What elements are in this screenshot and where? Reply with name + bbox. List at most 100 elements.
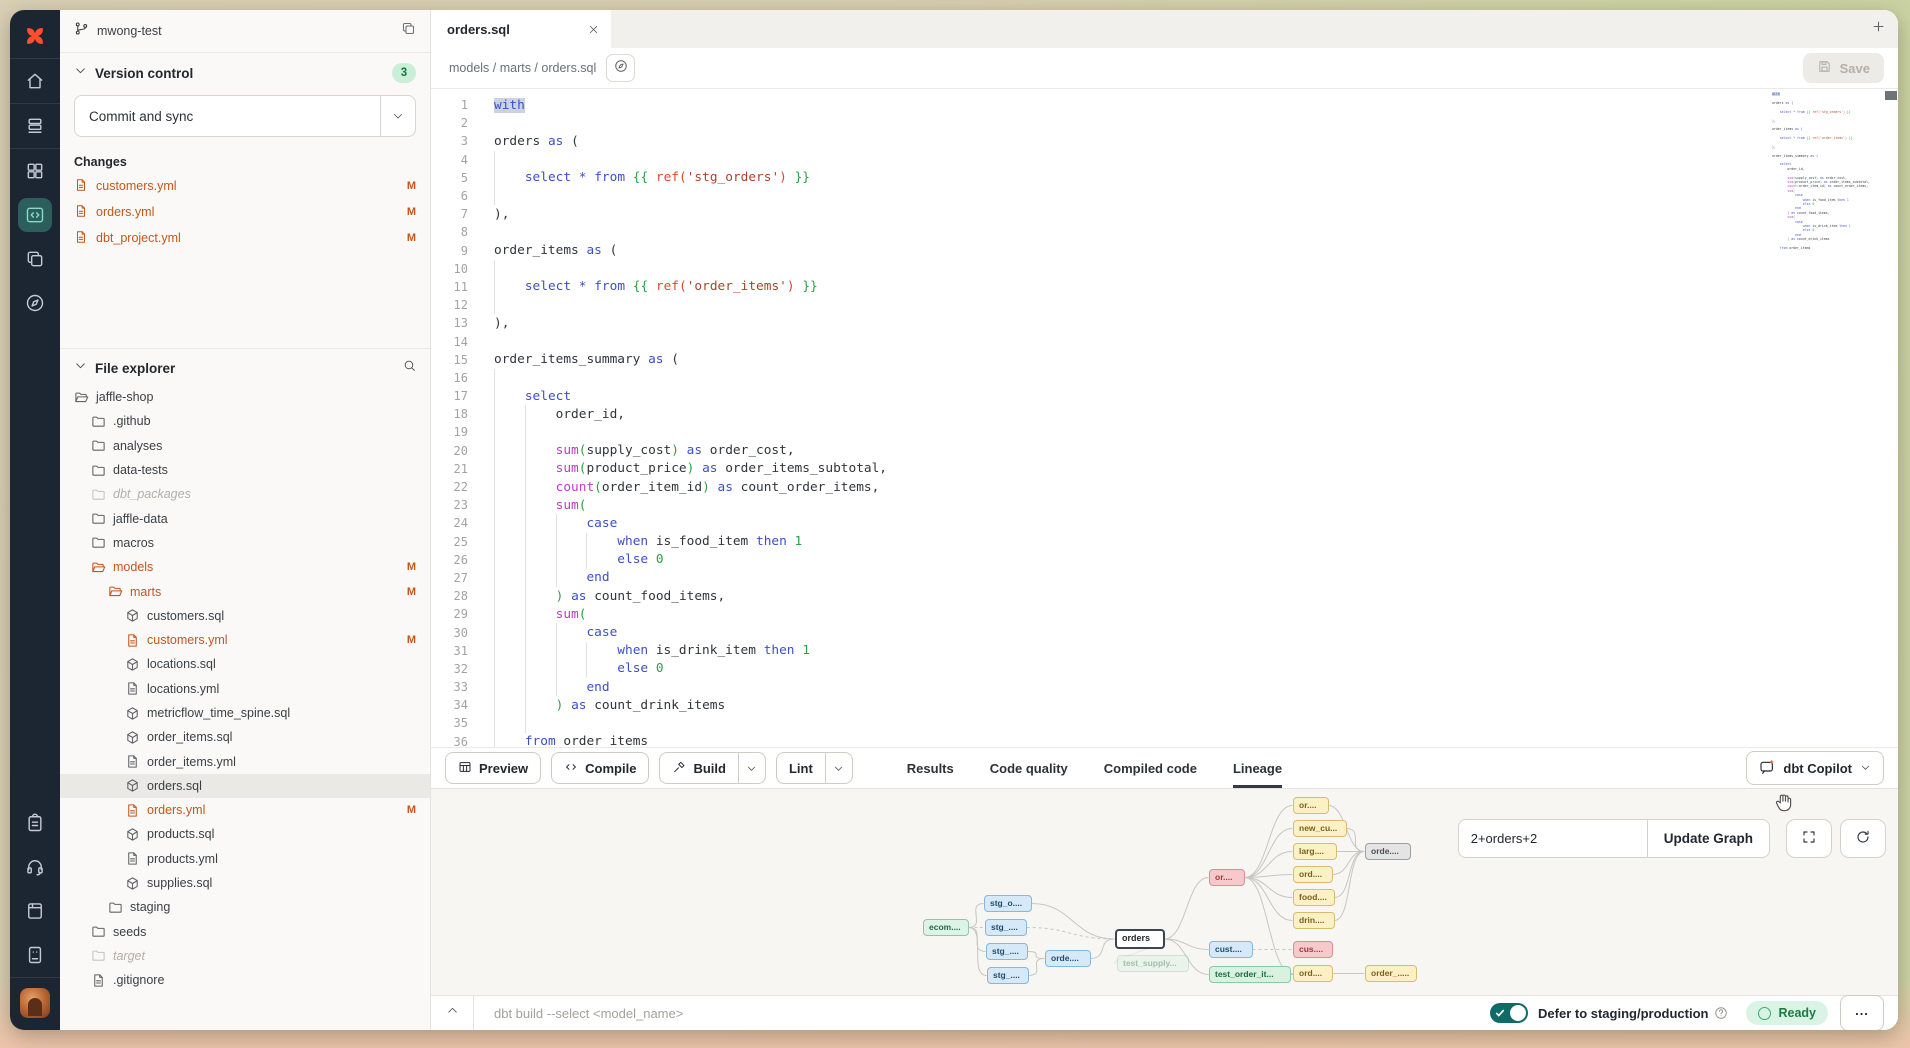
folder-icon bbox=[91, 438, 106, 453]
lineage-node-stg3[interactable]: stg_.... bbox=[986, 943, 1028, 960]
defer-toggle[interactable] bbox=[1490, 1003, 1528, 1023]
tree-item-locations.sql[interactable]: locations.sql bbox=[60, 652, 430, 676]
tree-item-metricflow_time_spine.sql[interactable]: metricflow_time_spine.sql bbox=[60, 701, 430, 725]
rail-grid-icon[interactable] bbox=[10, 149, 60, 193]
commit-and-sync-button[interactable]: Commit and sync bbox=[74, 95, 416, 137]
tree-item-marts[interactable]: martsM bbox=[60, 579, 430, 603]
lineage-node-gexp[interactable]: orde.... bbox=[1365, 843, 1411, 860]
lineage-node-cust[interactable]: cust.... bbox=[1209, 941, 1253, 958]
tree-item-customers.sql[interactable]: customers.sql bbox=[60, 604, 430, 628]
lineage-node-y3[interactable]: larg.... bbox=[1293, 843, 1337, 860]
rail-book-icon[interactable] bbox=[10, 889, 60, 933]
tree-item-.github[interactable]: .github bbox=[60, 409, 430, 433]
tree-item-order_items.sql[interactable]: order_items.sql bbox=[60, 725, 430, 749]
tree-item-dbt_packages[interactable]: dbt_packages bbox=[60, 482, 430, 506]
rail-compass-icon[interactable] bbox=[10, 281, 60, 325]
refresh-icon bbox=[1855, 829, 1871, 848]
collapse-panel-button[interactable] bbox=[431, 996, 473, 1030]
tree-item-analyses[interactable]: analyses bbox=[60, 434, 430, 458]
tree-item-products.sql[interactable]: products.sql bbox=[60, 822, 430, 846]
tree-item-order_items.yml[interactable]: order_items.yml bbox=[60, 749, 430, 773]
lineage-node-y5[interactable]: food.... bbox=[1293, 889, 1335, 906]
file-explorer-header[interactable]: File explorer bbox=[60, 349, 430, 383]
compile-button[interactable]: Compile bbox=[551, 752, 649, 784]
lineage-node-ordy[interactable]: ord.... bbox=[1293, 965, 1333, 982]
code-editor[interactable]: 1with23orders as (45 select * from {{ re… bbox=[431, 89, 1898, 747]
tree-item-data-tests[interactable]: data-tests bbox=[60, 458, 430, 482]
tree-item-customers.yml[interactable]: customers.ymlM bbox=[60, 628, 430, 652]
lineage-node-stg2[interactable]: stg_.... bbox=[985, 919, 1027, 936]
rail-clipboard-icon[interactable] bbox=[10, 801, 60, 845]
tab-lineage[interactable]: Lineage bbox=[1233, 748, 1282, 788]
tree-item-jaffle-shop[interactable]: jaffle-shop bbox=[60, 385, 430, 409]
lineage-node-orders[interactable]: orders bbox=[1115, 929, 1165, 949]
copy-branch-icon[interactable] bbox=[401, 21, 416, 41]
tree-item-supplies.sql[interactable]: supplies.sql bbox=[60, 871, 430, 895]
fullscreen-button[interactable] bbox=[1786, 819, 1832, 858]
lineage-node-ordb[interactable]: orde.... bbox=[1045, 950, 1091, 967]
tree-item-seeds[interactable]: seeds bbox=[60, 920, 430, 944]
scrollbar-thumb[interactable] bbox=[1885, 91, 1897, 100]
lineage-node-stg1[interactable]: stg_o.... bbox=[984, 895, 1032, 912]
lineage-node-y2[interactable]: new_cu... bbox=[1293, 820, 1347, 837]
lineage-node-y4[interactable]: ord.... bbox=[1293, 866, 1333, 883]
lineage-node-y6[interactable]: drin.... bbox=[1293, 912, 1335, 929]
line-number: 9 bbox=[431, 244, 468, 258]
lint-button[interactable]: Lint bbox=[776, 752, 853, 784]
change-item-dbt_project.yml[interactable]: dbt_project.yml M bbox=[60, 225, 430, 251]
dbt-copilot-button[interactable]: dbt Copilot bbox=[1746, 751, 1884, 785]
tree-item-locations.yml[interactable]: locations.yml bbox=[60, 677, 430, 701]
lineage-node-orp[interactable]: or.... bbox=[1209, 869, 1245, 886]
tree-item-products.yml[interactable]: products.yml bbox=[60, 847, 430, 871]
rail-stack-icon[interactable] bbox=[10, 104, 60, 148]
rail-kiosk-icon[interactable] bbox=[10, 933, 60, 977]
commit-options-chevron[interactable] bbox=[380, 96, 415, 136]
tree-item-macros[interactable]: macros bbox=[60, 531, 430, 555]
tree-item-orders.sql[interactable]: orders.sql bbox=[60, 774, 430, 798]
lineage-node-stg4[interactable]: stg_.... bbox=[987, 967, 1029, 984]
version-control-header[interactable]: Version control 3 bbox=[60, 53, 430, 89]
tree-item-jaffle-data[interactable]: jaffle-data bbox=[60, 506, 430, 530]
tab-results[interactable]: Results bbox=[907, 748, 954, 788]
help-icon[interactable] bbox=[1714, 1006, 1728, 1020]
build-button[interactable]: Build bbox=[659, 752, 766, 784]
lineage-node-tord[interactable]: test_order_it... bbox=[1209, 966, 1291, 983]
rail-headset-icon[interactable] bbox=[10, 845, 60, 889]
tree-item-.gitignore[interactable]: .gitignore bbox=[60, 968, 430, 992]
tab-compiled-code[interactable]: Compiled code bbox=[1104, 748, 1197, 788]
change-item-customers.yml[interactable]: customers.yml M bbox=[60, 173, 430, 199]
tree-item-staging[interactable]: staging bbox=[60, 895, 430, 919]
lineage-node-ordery[interactable]: order_..... bbox=[1365, 965, 1417, 982]
lineage-node-cusp[interactable]: cus.... bbox=[1293, 941, 1333, 958]
tree-item-models[interactable]: modelsM bbox=[60, 555, 430, 579]
preview-button[interactable]: Preview bbox=[445, 752, 541, 784]
more-options-button[interactable]: ... bbox=[1840, 995, 1884, 1030]
chevron-down-icon bbox=[74, 359, 87, 377]
lint-options-chevron[interactable] bbox=[825, 753, 852, 783]
new-tab-button[interactable] bbox=[1858, 10, 1898, 48]
user-avatar[interactable] bbox=[20, 988, 50, 1018]
update-graph-button[interactable]: Update Graph bbox=[1647, 819, 1770, 858]
close-icon[interactable] bbox=[588, 24, 599, 35]
tree-item-target[interactable]: target bbox=[60, 944, 430, 968]
lineage-node-y1[interactable]: or.... bbox=[1293, 797, 1329, 814]
lineage-node-ecom[interactable]: ecom.... bbox=[923, 919, 969, 936]
search-icon[interactable] bbox=[403, 359, 416, 377]
rail-home-icon[interactable] bbox=[10, 59, 60, 103]
tree-item-orders.yml[interactable]: orders.ymlM bbox=[60, 798, 430, 822]
dbt-command-input[interactable] bbox=[492, 1005, 856, 1022]
build-options-chevron[interactable] bbox=[738, 753, 765, 783]
branch-name[interactable]: mwong-test bbox=[97, 24, 162, 38]
lineage-node-tsup[interactable]: test_supply... bbox=[1117, 955, 1189, 972]
refresh-button[interactable] bbox=[1840, 819, 1886, 858]
rail-copy-pages-icon[interactable] bbox=[10, 237, 60, 281]
tab-orders-sql[interactable]: orders.sql bbox=[431, 10, 611, 48]
ready-status-badge[interactable]: Ready bbox=[1746, 1001, 1828, 1025]
change-item-orders.yml[interactable]: orders.yml M bbox=[60, 199, 430, 225]
save-button[interactable]: Save bbox=[1803, 53, 1884, 83]
graph-selector-input[interactable] bbox=[1458, 819, 1647, 858]
tab-code-quality[interactable]: Code quality bbox=[990, 748, 1068, 788]
rail-dbt-logo[interactable] bbox=[10, 14, 60, 58]
open-in-graph-button[interactable] bbox=[606, 54, 635, 82]
rail-code-window-icon[interactable] bbox=[10, 193, 60, 237]
